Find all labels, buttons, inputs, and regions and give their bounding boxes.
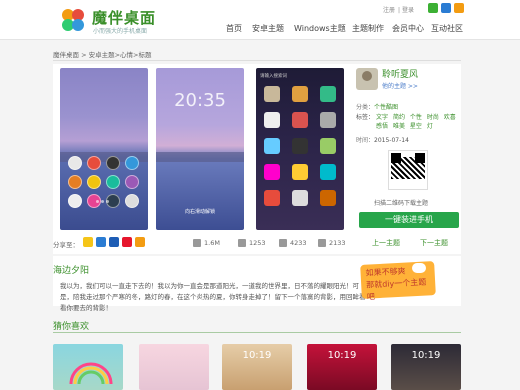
nav-windows-themes[interactable]: Windows主题 xyxy=(294,23,346,34)
download-qr-code xyxy=(388,150,428,190)
likes-value: 1253 xyxy=(249,239,266,247)
recommended-theme[interactable]: 10:19 xyxy=(307,344,377,390)
views-value: 4233 xyxy=(290,239,307,247)
author-name[interactable]: 聆听夏风 xyxy=(382,67,418,80)
divider xyxy=(53,60,461,61)
theme-title: 海边夕阳 xyxy=(53,266,90,276)
promo-line-2: 那就diy一个主题吧 xyxy=(365,277,427,302)
brand-subtitle: 小而强大的手机桌面 xyxy=(93,28,148,35)
qq-icon[interactable] xyxy=(96,237,106,247)
theme-screenshot-home[interactable] xyxy=(60,68,148,230)
downloads-value: 2133 xyxy=(329,239,346,247)
size-stat: 1.6M xyxy=(193,239,220,247)
thumb-up-icon xyxy=(238,239,246,247)
recommended-theme[interactable]: 10:19 xyxy=(391,344,461,390)
nav-theme-making[interactable]: 主题制作 xyxy=(352,23,384,34)
clover-logo-icon[interactable] xyxy=(60,7,86,33)
recommend-title: 猜你喜欢 xyxy=(53,322,90,332)
tag[interactable]: 个性 xyxy=(410,114,422,121)
add-share-icon[interactable] xyxy=(135,237,145,247)
horizon xyxy=(156,152,244,162)
weibo-share-icon[interactable] xyxy=(122,237,132,247)
drawer-icon-grid xyxy=(264,86,338,206)
size-value: 1.6M xyxy=(204,239,220,247)
tag[interactable]: 星空 xyxy=(410,123,422,130)
nav-community[interactable]: 互动社区 xyxy=(431,23,463,34)
tag[interactable]: 灯 xyxy=(427,123,433,130)
site-header: 魔伴桌面 小而强大的手机桌面 注册 | 登录 首页 安卓主题 Windows主题 … xyxy=(0,0,520,40)
theme-description: 我以为，我们可以一直走下去的！我以为你一直会是那道阳光，一道我的世界里，日不落的… xyxy=(60,282,366,312)
author-themes-link[interactable]: 他的主题 >> xyxy=(382,81,418,90)
rainbow-icon xyxy=(69,362,113,385)
brand-title[interactable]: 魔伴桌面 xyxy=(92,7,156,28)
divider xyxy=(53,332,461,333)
weibo-icon[interactable] xyxy=(454,3,464,13)
avatar[interactable] xyxy=(356,68,378,90)
wechat-icon[interactable] xyxy=(428,3,438,13)
breadcrumb[interactable]: 魔伴桌面 > 安卓主题>心情>标题 xyxy=(53,49,151,59)
drawer-search-placeholder: 请输入搜索词 xyxy=(260,74,287,79)
download-icon xyxy=(318,239,326,247)
eye-icon xyxy=(279,239,287,247)
thumb-clock: 10:19 xyxy=(242,350,272,361)
recommended-theme[interactable]: 10:19 xyxy=(222,344,292,390)
category-row: 分类：个性酷图 xyxy=(356,102,398,111)
likes-stat[interactable]: 1253 xyxy=(238,239,266,247)
tag[interactable]: 简约 xyxy=(393,114,405,121)
thumb-clock: 10:19 xyxy=(411,350,441,361)
thumb-clock: 10:19 xyxy=(327,350,357,361)
next-theme-link[interactable]: 下一主题 xyxy=(420,238,448,248)
nav-home[interactable]: 首页 xyxy=(226,23,242,34)
lock-clock: 20:35 xyxy=(174,90,226,111)
file-icon xyxy=(193,239,201,247)
category-value[interactable]: 个性酷图 xyxy=(374,104,398,111)
qzone-icon[interactable] xyxy=(83,237,93,247)
date-row: 时间：2015-07-14 xyxy=(356,135,409,144)
downloads-stat: 2133 xyxy=(318,239,346,247)
recommended-theme[interactable] xyxy=(139,344,209,390)
tag[interactable]: 欢喜 xyxy=(444,114,456,121)
register-link[interactable]: 注册 xyxy=(383,7,395,14)
page-dots xyxy=(96,200,109,203)
nav-android-themes[interactable]: 安卓主题 xyxy=(252,23,284,34)
theme-screenshot-lock[interactable]: 20:35 向右滑动解锁 xyxy=(156,68,244,230)
theme-screenshot-drawer[interactable]: 请输入搜索词 xyxy=(256,68,344,230)
star-icon[interactable] xyxy=(441,3,451,13)
renren-icon[interactable] xyxy=(109,237,119,247)
tags-label: 标签： xyxy=(356,114,375,121)
nav-member-center[interactable]: 会员中心 xyxy=(392,23,424,34)
chat-bubble-icon xyxy=(412,263,426,273)
install-to-phone-button[interactable]: 一键装进手机 xyxy=(359,212,459,228)
tag[interactable]: 时尚 xyxy=(427,114,439,121)
share-label: 分享至： xyxy=(53,241,79,249)
views-stat: 4233 xyxy=(279,239,307,247)
category-label: 分类： xyxy=(356,104,375,111)
header-share-icons xyxy=(428,3,464,13)
share-buttons xyxy=(83,237,145,247)
tag[interactable]: 文字 xyxy=(376,114,388,121)
tag[interactable]: 感悟 xyxy=(376,123,388,130)
recommended-theme[interactable] xyxy=(53,344,123,390)
qr-caption: 扫描二维码下载主题 xyxy=(374,200,429,207)
account-links: 注册 | 登录 xyxy=(383,7,414,14)
tag[interactable]: 唯美 xyxy=(393,123,405,130)
login-link[interactable]: 登录 xyxy=(402,7,414,14)
date-label: 时间： xyxy=(356,137,375,144)
prev-theme-link[interactable]: 上一主题 xyxy=(372,238,400,248)
stats-bar: 分享至： 1.6M 1253 4233 2133 xyxy=(53,236,353,250)
tag-list: 文字 简约 个性 时尚 欢喜 感悟 唯美 星空 灯 xyxy=(376,113,460,131)
unlock-hint: 向右滑动解锁 xyxy=(184,209,215,215)
date-value: 2015-07-14 xyxy=(374,137,409,144)
